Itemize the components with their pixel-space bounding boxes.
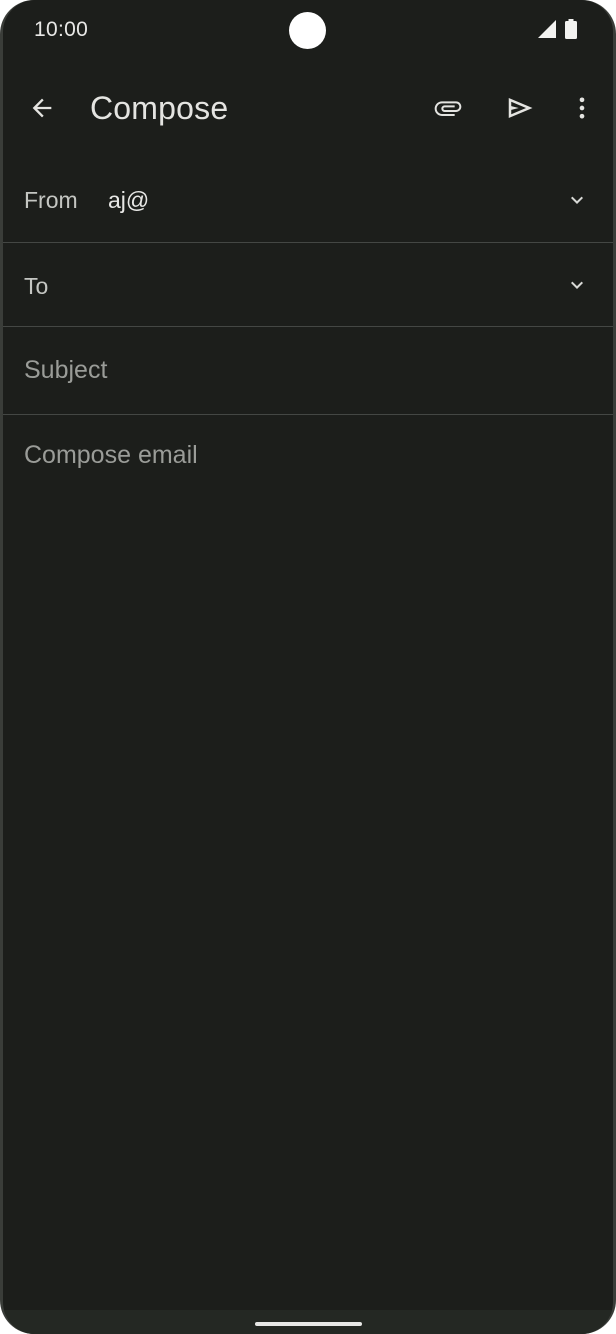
page-title: Compose xyxy=(90,90,229,126)
back-button[interactable] xyxy=(18,86,66,134)
send-button[interactable] xyxy=(496,86,544,134)
gesture-nav-bar xyxy=(3,1310,613,1334)
chevron-down-icon[interactable] xyxy=(565,188,589,212)
status-time: 10:00 xyxy=(34,18,89,41)
status-icons xyxy=(537,18,577,44)
signal-icon xyxy=(537,19,557,44)
body-placeholder: Compose email xyxy=(24,441,198,469)
attach-button[interactable] xyxy=(424,86,472,134)
home-handle[interactable] xyxy=(255,1322,362,1326)
gmail-compose-screen: 10:00 Compose From aj@ To Subject Compos… xyxy=(3,0,613,1334)
subject-placeholder: Subject xyxy=(24,356,108,384)
camera-cutout xyxy=(289,12,326,49)
more-options-button[interactable] xyxy=(558,86,606,134)
status-bar: 10:00 xyxy=(3,0,613,62)
back-arrow-icon xyxy=(28,94,56,127)
attach-icon xyxy=(432,92,464,129)
subject-field[interactable]: Subject xyxy=(3,327,613,414)
from-value[interactable]: aj@ xyxy=(108,187,149,214)
phone-frame: 10:00 Compose From aj@ To Subject Compos… xyxy=(0,0,616,1334)
send-icon xyxy=(505,93,535,128)
to-label: To xyxy=(24,273,49,299)
from-row[interactable]: From aj@ xyxy=(3,158,613,242)
chevron-down-icon[interactable] xyxy=(565,273,589,297)
app-bar: Compose xyxy=(3,70,613,150)
more-vert-icon xyxy=(568,94,596,127)
battery-icon xyxy=(565,18,577,44)
compose-body-field[interactable]: Compose email xyxy=(3,415,613,1305)
to-row[interactable]: To xyxy=(3,243,613,326)
from-label: From xyxy=(24,187,78,213)
